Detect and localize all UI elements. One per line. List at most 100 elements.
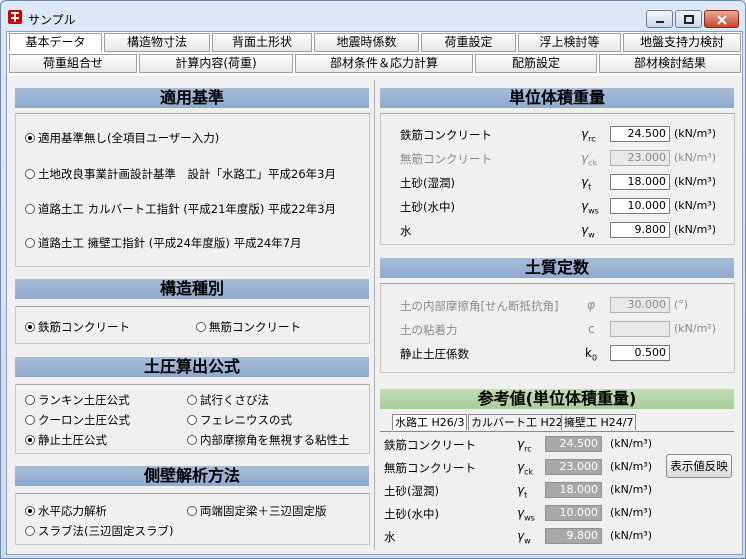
radio-icon: [25, 204, 35, 214]
option-label: 静止土圧公式: [38, 433, 107, 447]
radio-selected-icon: [25, 133, 35, 143]
uw-label-rc: 鉄筋コンクリート: [400, 128, 492, 142]
ref-value-w: 9.800: [545, 528, 602, 544]
soil-symbol-c: c: [588, 322, 595, 336]
option-label: 鉄筋コンクリート: [38, 320, 130, 334]
ref-tab-waterway[interactable]: 水路工 H26/3: [392, 414, 468, 430]
apply-display-values-button[interactable]: 表示値反映: [666, 454, 732, 478]
option-label: 水平応力解析: [38, 504, 107, 518]
tab-structure-dimensions[interactable]: 構造物寸法: [104, 33, 210, 52]
option-label: フェレニウスの式: [200, 413, 292, 427]
applicable-option-none[interactable]: 適用基準無し(全項目ユーザー入力): [25, 130, 219, 146]
close-button[interactable]: [704, 10, 739, 28]
earth-pressure-box: ランキン土圧公式 試行くさび法 クーロン土圧公式 フェレニウスの式 静止土圧公式…: [15, 384, 370, 454]
unit-weight-box: 鉄筋コンクリート γrc 24.500 (kN/m³) 無筋コンクリート γck…: [380, 113, 735, 245]
soil-unit-cohesion: (kN/m²): [674, 322, 717, 335]
sidewall-option-horizontal[interactable]: 水平応力解析: [25, 503, 107, 519]
side-wall-header: 側壁解析方法: [15, 466, 369, 486]
tab-backfill-shape[interactable]: 背面土形状: [212, 33, 312, 52]
option-label: スラブ法(三辺固定スラブ): [38, 524, 174, 538]
uw-input-w[interactable]: 9.800: [610, 222, 670, 238]
vertical-divider: [374, 80, 375, 550]
applicable-option-culvert[interactable]: 道路土工 カルバート工指針 (平成21年度版) 平成22年3月: [25, 201, 336, 217]
uw-symbol-w: γw: [581, 223, 595, 240]
reference-values: 鉄筋コンクリート γrc 24.500 (kN/m³) 無筋コンクリート γck…: [380, 432, 734, 550]
ref-symbol-ck: γck: [517, 460, 534, 477]
radio-icon: [25, 415, 35, 425]
uw-unit-t: (kN/m³): [674, 175, 717, 188]
structure-option-plain[interactable]: 無筋コンクリート: [196, 319, 301, 335]
soil-input-k0[interactable]: 0.500: [610, 345, 670, 361]
soil-label-friction: 土の内部摩擦角[せん断抵抗角]: [400, 299, 559, 313]
client-area: 基本データ 構造物寸法 背面土形状 地震時係数 荷重設定 浮上検討等 地盤支持力…: [6, 31, 743, 555]
ref-value-ws: 10.000: [545, 505, 602, 521]
tab-load-combination[interactable]: 荷重組合せ: [9, 54, 137, 73]
uw-label-t: 土砂(湿潤): [400, 176, 455, 190]
option-label: 適用基準無し(全項目ユーザー入力): [38, 131, 220, 145]
option-label: 道路土工 カルバート工指針 (平成21年度版) 平成22年3月: [38, 202, 337, 216]
maximize-button[interactable]: [675, 10, 702, 28]
minimize-button[interactable]: [646, 10, 673, 28]
option-label: 道路土工 擁壁工指針 (平成24年度版) 平成24年7月: [38, 236, 302, 250]
earth-option-at-rest[interactable]: 静止土圧公式: [25, 432, 107, 448]
applicable-standard-header: 適用基準: [15, 88, 369, 108]
tab-member-results[interactable]: 部材検討結果: [599, 54, 741, 73]
tab-load-settings[interactable]: 荷重設定: [421, 33, 516, 52]
radio-icon: [187, 415, 197, 425]
option-label: ランキン土圧公式: [38, 393, 130, 407]
option-label: 無筋コンクリート: [209, 320, 301, 334]
tab-member-conditions[interactable]: 部材条件＆応力計算: [295, 54, 473, 73]
structure-option-rc[interactable]: 鉄筋コンクリート: [25, 319, 130, 335]
tab-rebar-settings[interactable]: 配筋設定: [475, 54, 597, 73]
sidewall-option-slab[interactable]: スラブ法(三辺固定スラブ): [25, 523, 173, 539]
earth-option-coulomb[interactable]: クーロン土圧公式: [25, 412, 130, 428]
tab-calc-content[interactable]: 計算内容(荷重): [139, 54, 293, 73]
option-label: 土地改良事業計画設計基準 設計「水路工」平成26年3月: [38, 167, 336, 181]
radio-icon: [25, 238, 35, 248]
side-wall-box: 水平応力解析 両端固定梁＋三辺固定版 スラブ法(三辺固定スラブ): [15, 493, 370, 545]
option-label: 両端固定梁＋三辺固定版: [200, 504, 327, 518]
tab-seismic-coefficient[interactable]: 地震時係数: [314, 33, 419, 52]
option-label: 内部摩擦角を無視する粘性土: [200, 433, 350, 447]
earth-pressure-header: 土圧算出公式: [15, 357, 369, 377]
ref-label-w: 水: [384, 530, 396, 544]
soil-constants-box: 土の内部摩擦角[せん断抵抗角] φ 30.000 (°) 土の粘着力 c (kN…: [380, 283, 735, 373]
ref-symbol-ws: γws: [517, 506, 535, 523]
sidewall-option-fixed-beam[interactable]: 両端固定梁＋三辺固定版: [187, 503, 327, 519]
applicable-option-retaining-wall[interactable]: 道路土工 擁壁工指針 (平成24年度版) 平成24年7月: [25, 235, 302, 251]
uw-label-w: 水: [400, 224, 412, 238]
ref-label-t: 土砂(湿潤): [384, 484, 439, 498]
uw-input-rc[interactable]: 24.500: [610, 126, 670, 142]
ref-tab-retaining[interactable]: 擁壁工 H24/7: [561, 414, 637, 430]
soil-label-cohesion: 土の粘着力: [400, 323, 458, 337]
tab-basic-data[interactable]: 基本データ: [9, 33, 102, 52]
soil-label-k0: 静止土圧係数: [400, 347, 469, 361]
radio-icon: [196, 322, 206, 332]
app-window: サンプル 基本データ 構造物寸法 背面土形状 地震時係数 荷重設定 浮上検討等 …: [0, 0, 746, 559]
radio-selected-icon: [25, 322, 35, 332]
ref-label-ck: 無筋コンクリート: [384, 461, 476, 475]
tab-flotation-check[interactable]: 浮上検討等: [518, 33, 621, 52]
uw-input-ws[interactable]: 10.000: [610, 198, 670, 214]
soil-constants-header: 土質定数: [380, 258, 734, 278]
applicable-standard-box: 適用基準無し(全項目ユーザー入力) 土地改良事業計画設計基準 設計「水路工」平成…: [15, 113, 370, 267]
applicable-option-land-improvement[interactable]: 土地改良事業計画設計基準 設計「水路工」平成26年3月: [25, 166, 336, 182]
ref-tab-culvert[interactable]: カルバート工 H22: [468, 414, 566, 430]
uw-symbol-ws: γws: [581, 199, 599, 216]
earth-option-trial-wedge[interactable]: 試行くさび法: [187, 392, 269, 408]
earth-option-cohesive[interactable]: 内部摩擦角を無視する粘性土: [187, 432, 350, 448]
soil-symbol-phi: φ: [587, 298, 595, 312]
ref-label-ws: 土砂(水中): [384, 507, 439, 521]
minimize-icon: [655, 21, 664, 23]
uw-unit-ck: (kN/m³): [674, 151, 717, 164]
uw-unit-w: (kN/m³): [674, 223, 717, 236]
uw-input-t[interactable]: 18.000: [610, 174, 670, 190]
uw-unit-ws: (kN/m³): [674, 199, 717, 212]
app-icon: [8, 10, 22, 24]
soil-symbol-k0: k0: [585, 346, 598, 363]
earth-option-rankine[interactable]: ランキン土圧公式: [25, 392, 130, 408]
earth-option-fellenius[interactable]: フェレニウスの式: [187, 412, 292, 428]
ref-unit-rc: (kN/m³): [610, 437, 653, 450]
radio-selected-icon: [25, 506, 35, 516]
tab-bearing-capacity[interactable]: 地盤支持力検討: [623, 33, 741, 52]
